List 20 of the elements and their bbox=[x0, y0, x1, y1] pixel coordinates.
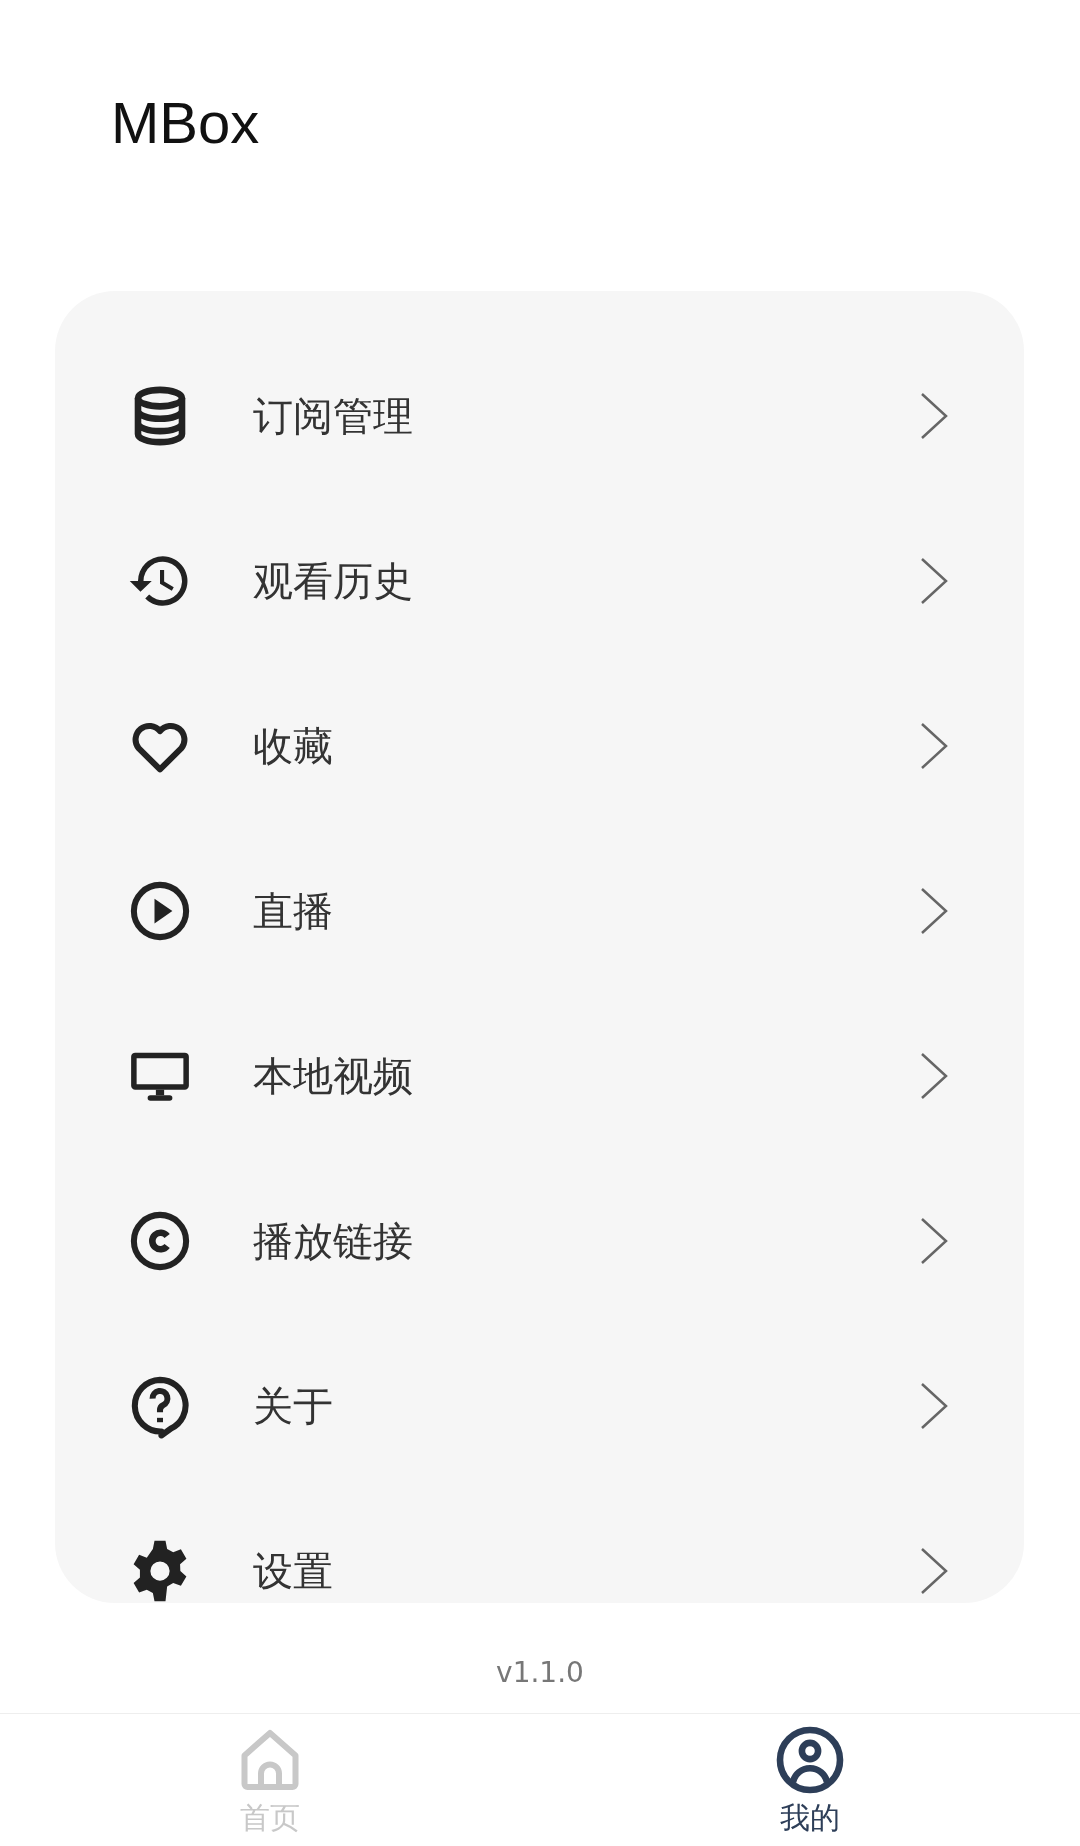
menu-item[interactable]: 关于 bbox=[55, 1323, 1024, 1488]
menu-item[interactable]: 订阅管理 bbox=[55, 333, 1024, 498]
menu-item[interactable]: 播放链接 bbox=[55, 1158, 1024, 1323]
app-title: MBox bbox=[111, 89, 260, 157]
version-text: v1.1.0 bbox=[496, 1655, 584, 1691]
menu-label: 播放链接 bbox=[253, 1217, 414, 1264]
menu-item[interactable]: 直播 bbox=[55, 828, 1024, 993]
menu-item[interactable]: 收藏 bbox=[55, 663, 1024, 828]
menu-label: 设置 bbox=[253, 1547, 334, 1594]
menu-label: 收藏 bbox=[253, 722, 334, 769]
nav-tab[interactable]: 我的 bbox=[540, 1714, 1080, 1846]
menu-item[interactable]: 本地视频 bbox=[55, 993, 1024, 1158]
menu-label: 直播 bbox=[253, 887, 334, 934]
user-icon bbox=[774, 1724, 846, 1796]
menu-label: 本地视频 bbox=[253, 1052, 414, 1099]
menu-label: 关于 bbox=[253, 1382, 334, 1429]
menu-item[interactable]: 设置 bbox=[55, 1488, 1024, 1603]
menu-label: 订阅管理 bbox=[253, 392, 414, 439]
menu-item[interactable]: 观看历史 bbox=[55, 498, 1024, 663]
menu-label: 观看历史 bbox=[253, 557, 414, 604]
